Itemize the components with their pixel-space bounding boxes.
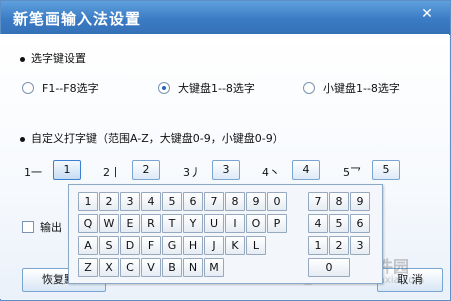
keyboard-key-p[interactable]: P: [267, 214, 287, 233]
keyboard-key-3[interactable]: 3: [120, 192, 140, 211]
radio-f1-f8[interactable]: F1--F8选字: [22, 80, 99, 96]
keyboard-key-1[interactable]: 1: [78, 192, 98, 211]
stroke-key-button-4[interactable]: 4: [292, 160, 320, 180]
numpad-key-2[interactable]: 2: [329, 236, 349, 255]
radio-f1-f8-circle[interactable]: [22, 82, 34, 94]
numpad-key-6[interactable]: 6: [350, 214, 370, 233]
output-checkbox-row[interactable]: 输出: [22, 219, 62, 235]
keyboard-key-m[interactable]: M: [204, 258, 224, 277]
keyboard-key-s[interactable]: S: [99, 236, 119, 255]
keyboard-key-d[interactable]: D: [120, 236, 140, 255]
keyboard-key-2[interactable]: 2: [99, 192, 119, 211]
keyboard-key-z[interactable]: Z: [78, 258, 98, 277]
numpad-key-4[interactable]: 4: [308, 214, 328, 233]
keyboard-key-b[interactable]: B: [162, 258, 182, 277]
keyboard-key-t[interactable]: T: [162, 214, 182, 233]
radio-f1-f8-label: F1--F8选字: [42, 82, 99, 95]
keyboard-key-e[interactable]: E: [120, 214, 140, 233]
keyboard-key-j[interactable]: J: [204, 236, 224, 255]
numpad-key-8[interactable]: 8: [329, 192, 349, 211]
stroke-key-label-1: 1一: [24, 166, 42, 179]
keyboard-key-u[interactable]: U: [204, 214, 224, 233]
numpad-key-3[interactable]: 3: [350, 236, 370, 255]
keyboard-key-v[interactable]: V: [141, 258, 161, 277]
keyboard-key-o[interactable]: O: [246, 214, 266, 233]
keyboard-key-9[interactable]: 9: [246, 192, 266, 211]
select-key-options: F1--F8选字 大键盘1--8选字 小键盘1--8选字: [0, 80, 449, 98]
keyboard-key-5[interactable]: 5: [162, 192, 182, 211]
stroke-key-button-1[interactable]: 1: [53, 160, 81, 180]
stroke-key-button-3[interactable]: 3: [212, 160, 240, 180]
keyboard-key-c[interactable]: C: [120, 258, 140, 277]
custom-key-heading-text: 自定义打字键（范围A-Z，大键盘0-9，小键盘0-9）: [31, 132, 284, 145]
keyboard-key-4[interactable]: 4: [141, 192, 161, 211]
keyboard-key-a[interactable]: A: [78, 236, 98, 255]
keyboard-key-6[interactable]: 6: [183, 192, 203, 211]
numpad-key-7[interactable]: 7: [308, 192, 328, 211]
keyboard-key-w[interactable]: W: [99, 214, 119, 233]
select-key-heading: 选字键设置: [20, 50, 86, 66]
radio-numpad-circle[interactable]: [303, 82, 315, 94]
stroke-key-label-3: 3丿: [183, 166, 201, 179]
custom-key-heading: 自定义打字键（范围A-Z，大键盘0-9，小键盘0-9）: [20, 130, 284, 146]
keyboard-key-y[interactable]: Y: [183, 214, 203, 233]
keyboard-key-x[interactable]: X: [99, 258, 119, 277]
output-checkbox-label: 输出: [40, 221, 62, 234]
keyboard-key-q[interactable]: Q: [78, 214, 98, 233]
radio-main-keyboard[interactable]: 大键盘1--8选字: [158, 80, 255, 96]
stroke-key-button-2[interactable]: 2: [132, 160, 160, 180]
keyboard-key-i[interactable]: I: [225, 214, 245, 233]
window-title: 新笔画输入法设置: [13, 10, 142, 28]
stroke-key-row: 1一 1 2丨 2 3丿 3 4丶 4 5乛 5: [0, 160, 449, 182]
stroke-key-label-4: 4丶: [262, 166, 280, 179]
radio-numpad-label: 小键盘1--8选字: [323, 82, 400, 95]
keyboard-key-h[interactable]: H: [183, 236, 203, 255]
radio-numpad[interactable]: 小键盘1--8选字: [303, 80, 400, 96]
radio-main-keyboard-circle[interactable]: [158, 82, 170, 94]
close-button[interactable]: ✕: [412, 5, 442, 25]
virtual-keyboard-popup: 1234567890QWERTYUIOPASDFGHJKLZXCVBNM7894…: [68, 184, 383, 284]
keyboard-key-r[interactable]: R: [141, 214, 161, 233]
bullet-icon: [20, 136, 25, 142]
keyboard-key-f[interactable]: F: [141, 236, 161, 255]
output-checkbox[interactable]: [22, 221, 34, 233]
keyboard-key-l[interactable]: L: [246, 236, 266, 255]
stroke-key-label-2: 2丨: [103, 166, 121, 179]
bullet-icon: [20, 56, 25, 62]
numpad-key-0[interactable]: 0: [308, 258, 350, 277]
radio-main-keyboard-label: 大键盘1--8选字: [178, 82, 255, 95]
keyboard-key-g[interactable]: G: [162, 236, 182, 255]
keyboard-key-k[interactable]: K: [225, 236, 245, 255]
keyboard-key-0[interactable]: 0: [267, 192, 287, 211]
title-bar: 新笔画输入法设置 ✕: [1, 1, 450, 35]
numpad-key-1[interactable]: 1: [308, 236, 328, 255]
numpad-key-9[interactable]: 9: [350, 192, 370, 211]
select-key-heading-text: 选字键设置: [31, 52, 86, 65]
stroke-key-button-5[interactable]: 5: [372, 160, 400, 180]
keyboard-key-7[interactable]: 7: [204, 192, 224, 211]
stroke-key-label-5: 5乛: [343, 166, 361, 179]
keyboard-key-8[interactable]: 8: [225, 192, 245, 211]
keyboard-key-n[interactable]: N: [183, 258, 203, 277]
numpad-key-5[interactable]: 5: [329, 214, 349, 233]
